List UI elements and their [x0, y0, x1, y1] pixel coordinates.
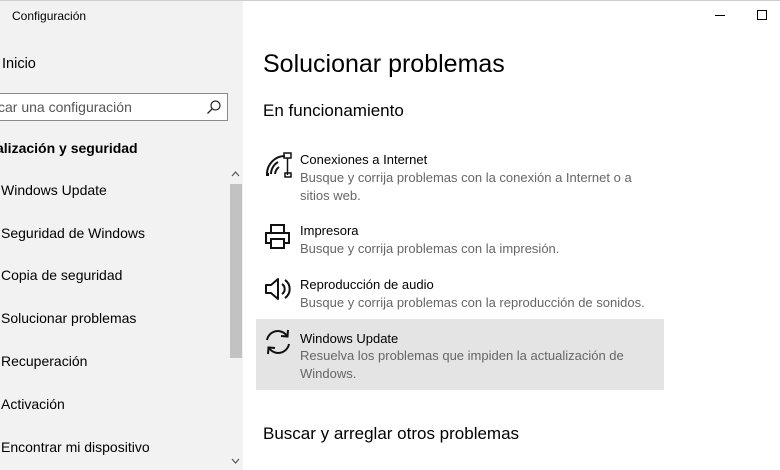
- section-heading-other: Buscar y arreglar otros problemas: [263, 424, 520, 443]
- troubleshooter-title: Windows Update: [300, 331, 399, 346]
- scrollbar-thumb[interactable]: [230, 184, 242, 358]
- sidebar-item-label: Encontrar mi dispositivo: [1, 439, 150, 455]
- troubleshooter-printer[interactable]: Impresora Busque y corrija problemas con…: [256, 217, 664, 261]
- sidebar: Configuración Inicio alización y segurid…: [0, 0, 243, 470]
- troubleshooter-title: Impresora: [300, 223, 359, 238]
- sidebar-item-activation[interactable]: Activación: [0, 384, 228, 424]
- troubleshooter-internet[interactable]: Conexiones a Internet Busque y corrija p…: [256, 146, 664, 208]
- section-heading: alización y seguridad: [0, 140, 138, 156]
- network-icon: [266, 152, 292, 178]
- minimize-button[interactable]: [710, 0, 732, 30]
- troubleshooter-description: Busque y corrija problemas con la conexi…: [300, 170, 632, 203]
- sidebar-item-windows-update[interactable]: Windows Update: [0, 170, 228, 210]
- sidebar-item-find-my-device[interactable]: Encontrar mi dispositivo: [0, 427, 228, 467]
- chevron-up-icon[interactable]: [231, 170, 240, 178]
- sidebar-item-label: Solucionar problemas: [1, 310, 137, 326]
- troubleshooter-audio[interactable]: Reproducción de audio Busque y corrija p…: [256, 270, 664, 314]
- sidebar-item-label: Copia de seguridad: [1, 267, 123, 283]
- sidebar-item-recovery[interactable]: Recuperación: [0, 341, 228, 381]
- troubleshooter-windows-update[interactable]: Windows Update Resuelva los problemas qu…: [256, 319, 664, 390]
- troubleshooter-description: Busque y corrija problemas con la impres…: [300, 241, 560, 256]
- refresh-icon: [266, 329, 290, 355]
- window-title: Configuración: [12, 9, 87, 23]
- home-link[interactable]: Inicio: [2, 56, 36, 72]
- troubleshooter-description: Busque y corrija problemas con la reprod…: [300, 295, 645, 310]
- printer-icon: [265, 224, 290, 249]
- maximize-button[interactable]: [752, 0, 774, 30]
- sidebar-item-windows-security[interactable]: Seguridad de Windows: [0, 213, 228, 253]
- chevron-down-icon[interactable]: [231, 457, 240, 465]
- sidebar-item-label: Windows Update: [1, 182, 107, 198]
- sidebar-item-backup[interactable]: Copia de seguridad: [0, 255, 228, 295]
- sidebar-scrollbar[interactable]: [228, 168, 243, 470]
- sidebar-item-label: Activación: [1, 396, 65, 412]
- troubleshooter-title: Conexiones a Internet: [300, 152, 428, 167]
- troubleshooter-title: Reproducción de audio: [300, 277, 434, 292]
- sidebar-item-label: Seguridad de Windows: [1, 225, 145, 241]
- speaker-icon: [265, 278, 291, 300]
- sidebar-item-troubleshoot[interactable]: Solucionar problemas: [0, 298, 228, 338]
- search-icon[interactable]: [206, 99, 222, 115]
- search-input[interactable]: [0, 94, 194, 119]
- sidebar-item-label: Recuperación: [1, 353, 88, 369]
- section-heading-running: En funcionamiento: [263, 101, 404, 120]
- page-title: Solucionar problemas: [263, 50, 505, 78]
- troubleshooter-description: Resuelva los problemas que impiden la ac…: [300, 348, 624, 381]
- search-box[interactable]: [0, 93, 228, 121]
